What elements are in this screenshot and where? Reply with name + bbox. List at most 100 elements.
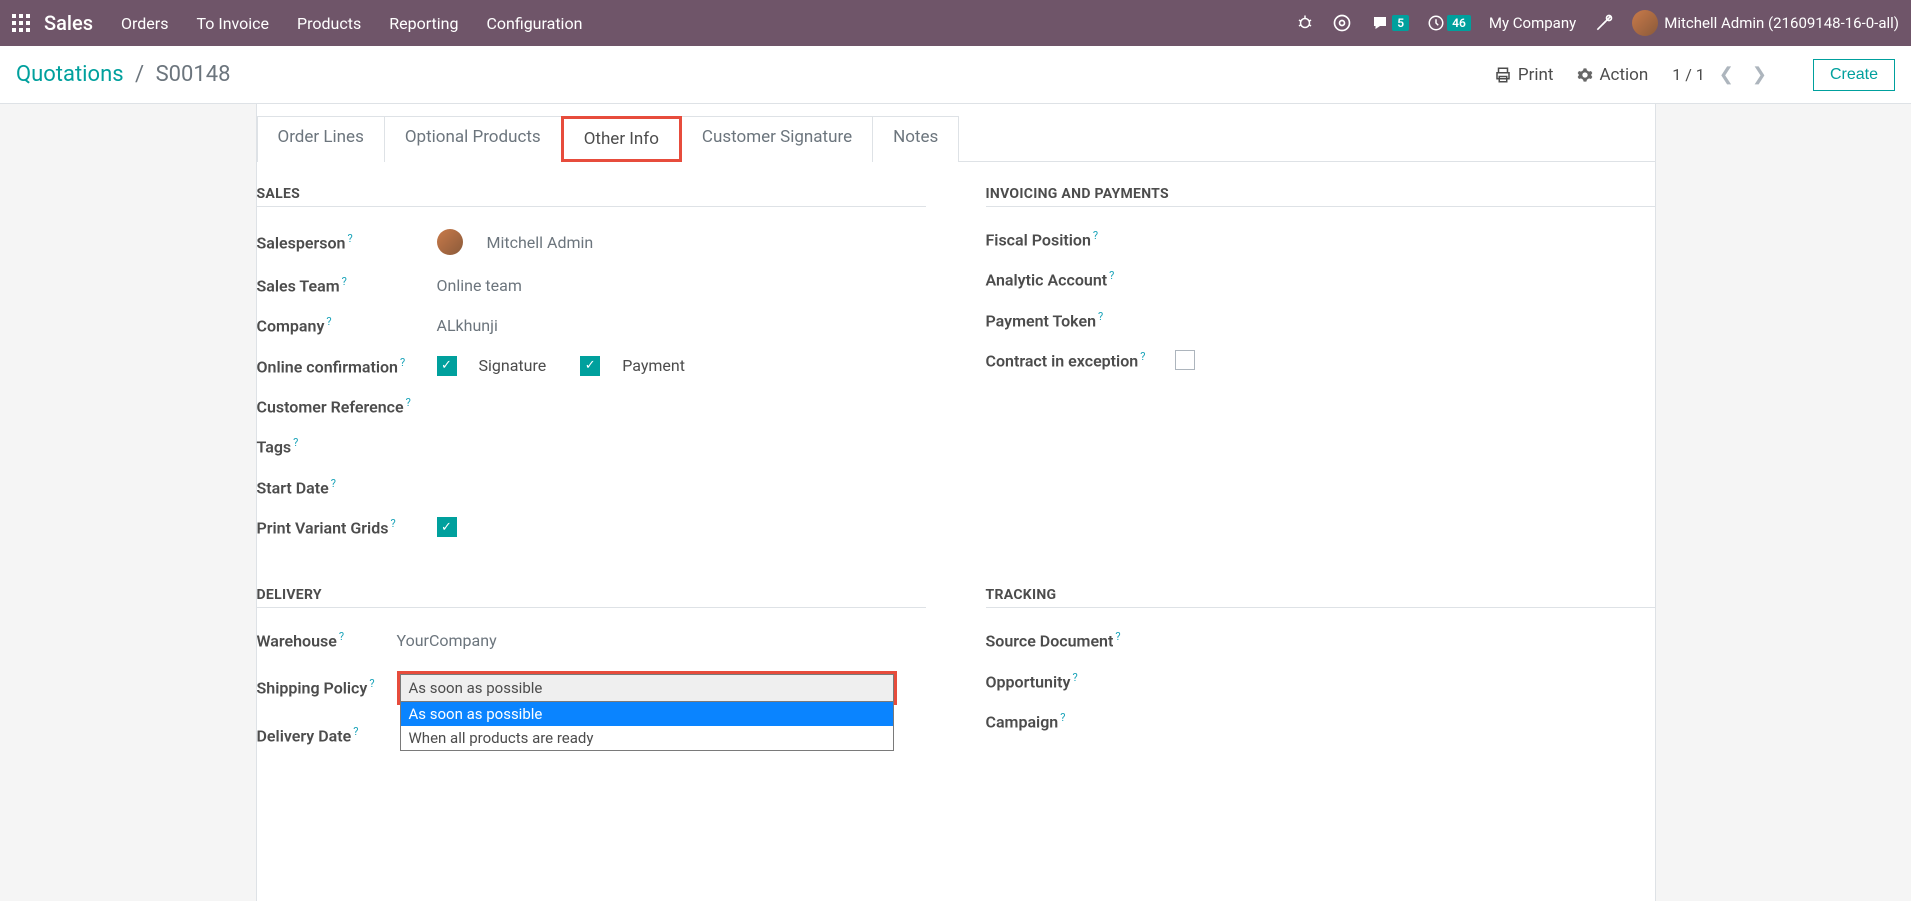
checkbox-contract-exception[interactable] bbox=[1175, 350, 1195, 370]
label-payment: Payment bbox=[622, 356, 685, 375]
activities-badge: 46 bbox=[1447, 15, 1471, 31]
activities-icon[interactable]: 46 bbox=[1427, 14, 1471, 32]
username-label: Mitchell Admin (21609148-16-0-all) bbox=[1664, 14, 1899, 32]
form-body: SALES Salesperson? Mitchell Admin Sales … bbox=[257, 162, 1655, 825]
label-start-date: Start Date? bbox=[257, 477, 437, 497]
menu-reporting[interactable]: Reporting bbox=[389, 14, 458, 33]
menu-products[interactable]: Products bbox=[297, 14, 361, 33]
checkbox-print-variant[interactable]: ✓ bbox=[437, 517, 457, 537]
tab-optional-products[interactable]: Optional Products bbox=[384, 116, 562, 162]
pager-text: 1 / 1 bbox=[1672, 65, 1705, 84]
help-icon[interactable]: ? bbox=[342, 275, 347, 288]
print-button[interactable]: Print bbox=[1494, 65, 1554, 85]
topbar: Sales Orders To Invoice Products Reporti… bbox=[0, 0, 1911, 46]
help-icon[interactable]: ? bbox=[1093, 229, 1098, 242]
help-icon[interactable]: ? bbox=[347, 232, 352, 245]
menu-to-invoice[interactable]: To Invoice bbox=[196, 14, 269, 33]
help-icon[interactable]: ? bbox=[331, 477, 336, 490]
breadcrumb-sep: / bbox=[135, 62, 144, 87]
help-icon[interactable]: ? bbox=[1072, 671, 1077, 684]
action-button[interactable]: Action bbox=[1577, 65, 1648, 85]
label-sales-team: Sales Team? bbox=[257, 275, 437, 295]
brand[interactable]: Sales bbox=[44, 11, 93, 35]
form-sheet: Order Lines Optional Products Other Info… bbox=[256, 104, 1656, 901]
label-source-doc: Source Document? bbox=[986, 630, 1166, 650]
label-delivery-date: Delivery Date? bbox=[257, 725, 397, 745]
label-contract-exception: Contract in exception? bbox=[986, 350, 1146, 370]
tracking-title: TRACKING bbox=[986, 587, 1655, 608]
messages-badge: 5 bbox=[1392, 15, 1409, 31]
invoicing-section: INVOICING AND PAYMENTS Fiscal Position? … bbox=[986, 186, 1655, 557]
value-salesperson[interactable]: Mitchell Admin bbox=[437, 229, 926, 255]
messages-icon[interactable]: 5 bbox=[1370, 14, 1409, 32]
tab-order-lines[interactable]: Order Lines bbox=[257, 116, 385, 162]
salesperson-avatar-icon bbox=[437, 229, 463, 255]
controlbar: Quotations / S00148 Print Action 1 / 1 ❮… bbox=[0, 46, 1911, 104]
delivery-title: DELIVERY bbox=[257, 587, 926, 608]
tab-customer-signature[interactable]: Customer Signature bbox=[681, 116, 873, 162]
menu-configuration[interactable]: Configuration bbox=[486, 14, 582, 33]
help-icon[interactable]: ? bbox=[400, 356, 405, 369]
tracking-section: TRACKING Source Document? Opportunity? C… bbox=[986, 587, 1655, 765]
user-menu[interactable]: Mitchell Admin (21609148-16-0-all) bbox=[1632, 10, 1899, 36]
help-icon[interactable]: ? bbox=[1060, 711, 1065, 724]
label-fiscal-position: Fiscal Position? bbox=[986, 229, 1166, 249]
tabs: Order Lines Optional Products Other Info… bbox=[257, 104, 1655, 162]
label-online-confirmation: Online confirmation? bbox=[257, 356, 437, 376]
value-sales-team[interactable]: Online team bbox=[437, 276, 926, 295]
label-shipping-policy: Shipping Policy? bbox=[257, 677, 397, 697]
label-analytic-account: Analytic Account? bbox=[986, 269, 1166, 289]
topbar-right: 5 46 My Company Mitchell Admin (21609148… bbox=[1296, 10, 1899, 36]
user-avatar-icon bbox=[1632, 10, 1658, 36]
checkbox-payment[interactable]: ✓ bbox=[580, 356, 600, 376]
help-icon[interactable]: ? bbox=[293, 436, 298, 449]
breadcrumb: Quotations / S00148 bbox=[16, 62, 230, 87]
help-icon[interactable]: ? bbox=[326, 315, 331, 328]
label-warehouse: Warehouse? bbox=[257, 630, 397, 650]
label-company: Company? bbox=[257, 315, 437, 335]
shipping-policy-select[interactable]: As soon as possible As soon as possible … bbox=[397, 671, 897, 705]
breadcrumb-parent[interactable]: Quotations bbox=[16, 62, 124, 87]
create-button[interactable]: Create bbox=[1813, 59, 1895, 91]
invoicing-title: INVOICING AND PAYMENTS bbox=[986, 186, 1655, 207]
delivery-section: DELIVERY Warehouse? YourCompany Shipping… bbox=[257, 587, 926, 765]
pager-prev[interactable]: ❮ bbox=[1715, 64, 1738, 85]
help-icon[interactable]: ? bbox=[406, 396, 411, 409]
help-icon[interactable]: ? bbox=[390, 517, 395, 530]
help-icon[interactable]: ? bbox=[1140, 350, 1145, 363]
label-salesperson: Salesperson? bbox=[257, 232, 437, 252]
help-icon[interactable]: ? bbox=[1098, 310, 1103, 323]
help-icon[interactable]: ? bbox=[1115, 630, 1120, 643]
option-asap[interactable]: As soon as possible bbox=[401, 702, 893, 726]
value-company[interactable]: ALkhunji bbox=[437, 316, 926, 335]
bug-icon[interactable] bbox=[1296, 14, 1314, 32]
sales-section: SALES Salesperson? Mitchell Admin Sales … bbox=[257, 186, 926, 557]
help-icon[interactable]: ? bbox=[369, 677, 374, 690]
print-icon bbox=[1494, 66, 1512, 84]
menu-orders[interactable]: Orders bbox=[121, 14, 168, 33]
label-customer-reference: Customer Reference? bbox=[257, 396, 437, 416]
top-menu: Orders To Invoice Products Reporting Con… bbox=[121, 14, 582, 33]
tab-other-info[interactable]: Other Info bbox=[561, 116, 682, 162]
tab-notes[interactable]: Notes bbox=[872, 116, 959, 162]
sales-title: SALES bbox=[257, 186, 926, 207]
control-actions: Print Action 1 / 1 ❮ ❯ Create bbox=[1494, 59, 1895, 91]
scroll-area[interactable]: Order Lines Optional Products Other Info… bbox=[0, 104, 1911, 901]
tools-icon[interactable] bbox=[1594, 13, 1614, 33]
help-icon[interactable]: ? bbox=[339, 630, 344, 643]
label-opportunity: Opportunity? bbox=[986, 671, 1166, 691]
support-icon[interactable] bbox=[1332, 13, 1352, 33]
shipping-policy-options: As soon as possible When all products ar… bbox=[400, 702, 894, 751]
value-warehouse[interactable]: YourCompany bbox=[397, 631, 926, 650]
apps-icon[interactable] bbox=[12, 14, 30, 32]
company-switcher[interactable]: My Company bbox=[1489, 14, 1576, 32]
label-payment-token: Payment Token? bbox=[986, 310, 1166, 330]
shipping-policy-selected[interactable]: As soon as possible bbox=[400, 674, 894, 702]
help-icon[interactable]: ? bbox=[1109, 269, 1114, 282]
checkbox-signature[interactable]: ✓ bbox=[437, 356, 457, 376]
label-tags: Tags? bbox=[257, 436, 437, 456]
option-all-ready[interactable]: When all products are ready bbox=[401, 726, 893, 750]
pager-next[interactable]: ❯ bbox=[1748, 64, 1771, 85]
label-print-variant: Print Variant Grids? bbox=[257, 517, 437, 537]
help-icon[interactable]: ? bbox=[353, 725, 358, 738]
